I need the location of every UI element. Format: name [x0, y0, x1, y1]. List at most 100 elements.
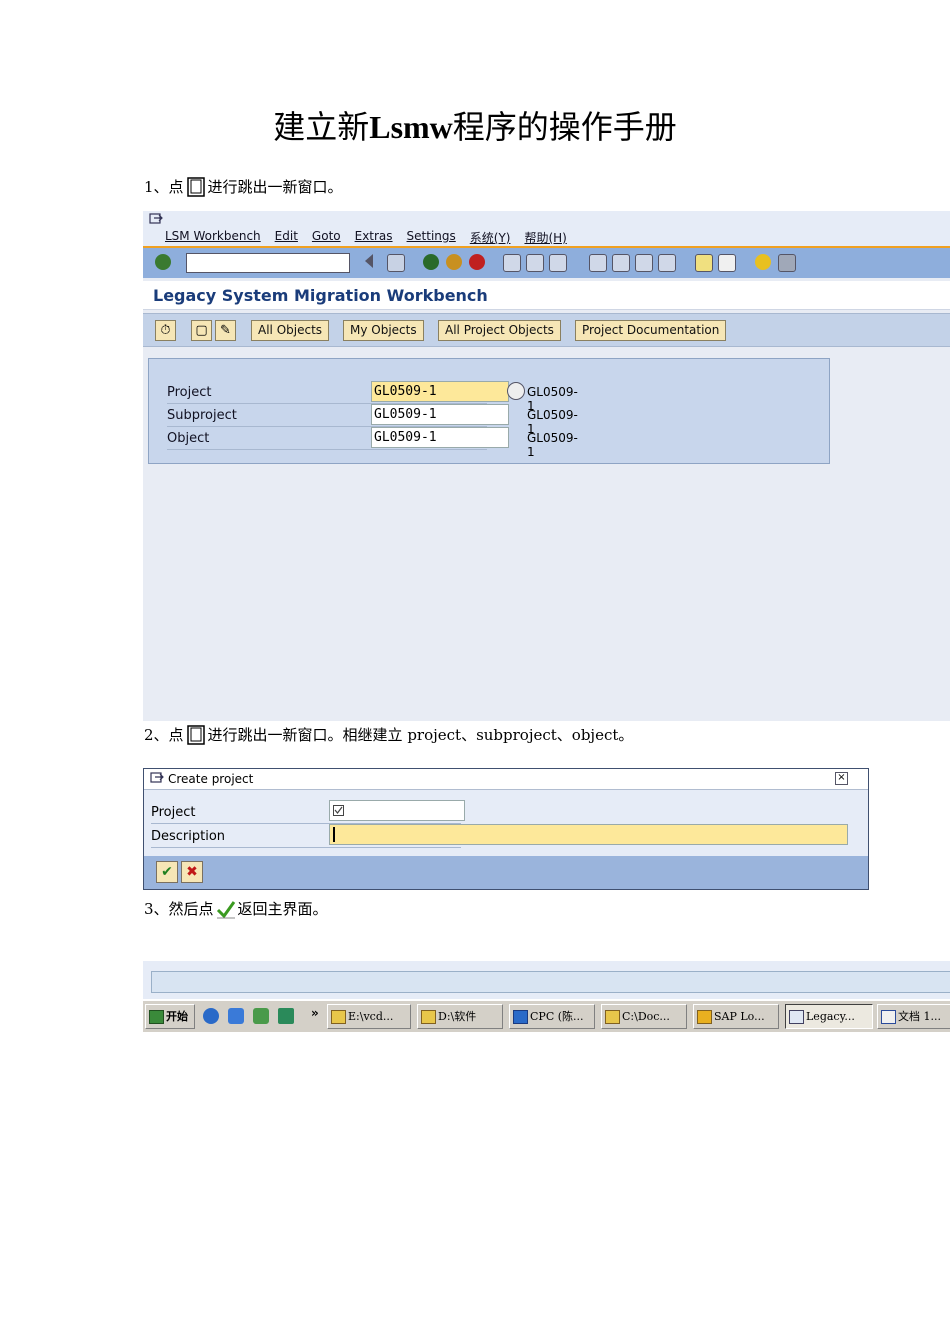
dialog-title: Create project	[168, 772, 254, 786]
object-input[interactable]: GL0509-1	[371, 427, 509, 448]
desktop-icon[interactable]	[253, 1008, 269, 1024]
new-session-icon[interactable]	[695, 254, 713, 272]
window-menu-icon[interactable]	[149, 213, 163, 225]
confirm-check-button[interactable]: ✔	[156, 861, 178, 883]
previous-page-icon[interactable]	[612, 254, 630, 272]
dialog-header: Create project ×	[144, 769, 868, 790]
menu-system[interactable]: 系统(Y)	[470, 229, 511, 247]
selection-fields-group: Project GL0509-1 GL0509-1 Subproject GL0…	[148, 358, 830, 464]
taskbar-item-sap-logon[interactable]: SAP Lo...	[693, 1004, 779, 1029]
subproject-label: Subproject	[167, 408, 237, 423]
object-row: Object GL0509-1 GL0509-1	[167, 427, 578, 459]
menu-extras[interactable]: Extras	[355, 229, 393, 247]
folder-icon	[331, 1010, 346, 1024]
step-1: 1、点 进行跳出一新窗口。	[144, 176, 343, 197]
enter-icon[interactable]	[155, 254, 171, 270]
value-help-icon[interactable]	[507, 382, 525, 400]
last-page-icon[interactable]	[658, 254, 676, 272]
sap-workbench-screenshot: LSM Workbench Edit Goto Extras Settings …	[143, 211, 950, 721]
taskbar-item-label: E:\vcd...	[348, 1010, 394, 1023]
step-1-number: 1、点	[144, 178, 184, 196]
print-icon[interactable]	[503, 254, 521, 272]
windows-taskbar: 开始 » E:\vcd... D:\软件 CPC (陈... C:\Doc...…	[143, 1000, 950, 1032]
chevron-icon[interactable]: »	[311, 1006, 319, 1020]
back-arrow-icon[interactable]	[365, 254, 373, 268]
status-bar	[151, 971, 950, 993]
sap-logon-icon	[697, 1010, 712, 1024]
windows-logo-icon	[149, 1010, 164, 1024]
start-button[interactable]: 开始	[145, 1004, 195, 1029]
menu-lsm-workbench[interactable]: LSM Workbench	[165, 229, 261, 247]
layout-menu-icon[interactable]	[778, 254, 796, 272]
window-menu-icon[interactable]	[150, 772, 164, 784]
standard-toolbar	[143, 248, 950, 278]
internet-explorer-icon[interactable]	[203, 1008, 219, 1024]
app-launch-icon[interactable]	[278, 1008, 294, 1024]
exit-icon[interactable]	[446, 254, 462, 270]
shortcut-icon[interactable]	[718, 254, 736, 272]
folder-icon	[605, 1010, 620, 1024]
subproject-row: Subproject GL0509-1 GL0509-1	[167, 404, 578, 436]
edit-button[interactable]: ✎	[215, 320, 236, 341]
back-icon[interactable]	[423, 254, 439, 270]
step-2: 2、点 进行跳出一新窗口。相继建立 project、subproject、obj…	[144, 724, 633, 745]
step-1-text: 进行跳出一新窗口。	[207, 178, 343, 196]
dialog-description-input[interactable]	[329, 824, 848, 845]
title-part-bold: Lsmw	[369, 109, 453, 145]
text-cursor	[333, 827, 335, 842]
project-documentation-button[interactable]: Project Documentation	[575, 320, 727, 341]
help-icon[interactable]	[755, 254, 771, 270]
taskbar-item-label: Legacy...	[806, 1010, 855, 1023]
menu-settings[interactable]: Settings	[407, 229, 456, 247]
dialog-project-input[interactable]	[329, 800, 465, 821]
menu-help[interactable]: 帮助(H)	[524, 229, 566, 247]
project-input[interactable]: GL0509-1	[371, 381, 509, 402]
taskbar-item-e-vcd[interactable]: E:\vcd...	[327, 1004, 411, 1029]
project-row: Project GL0509-1 GL0509-1	[167, 381, 578, 413]
command-field[interactable]	[186, 253, 350, 273]
my-objects-button[interactable]: My Objects	[343, 320, 424, 341]
object-description: GL0509-1	[527, 431, 578, 459]
execute-icon[interactable]: ⏱	[155, 320, 176, 341]
find-next-icon[interactable]	[549, 254, 567, 272]
sap-status-area	[143, 961, 950, 999]
next-page-icon[interactable]	[635, 254, 653, 272]
create-project-dialog: Create project × Project Description ✔ ✖	[143, 768, 869, 890]
document-title: 建立新Lsmw程序的操作手册	[0, 102, 950, 148]
new-document-icon	[186, 176, 205, 197]
menu-goto[interactable]: Goto	[312, 229, 341, 247]
taskbar-item-label: SAP Lo...	[714, 1010, 765, 1023]
find-icon[interactable]	[526, 254, 544, 272]
required-checkbox-icon	[333, 805, 344, 816]
quick-launch-icon[interactable]	[228, 1008, 244, 1024]
all-objects-button[interactable]: All Objects	[251, 320, 330, 341]
taskbar-item-cpc[interactable]: CPC (陈...	[509, 1004, 595, 1029]
dialog-project-label: Project	[151, 805, 196, 820]
start-label: 开始	[166, 1010, 188, 1023]
taskbar-item-legacy[interactable]: Legacy...	[785, 1004, 873, 1029]
checkmark-icon	[216, 900, 235, 918]
step-3: 3、然后点 返回主界面。	[144, 898, 328, 919]
menu-edit[interactable]: Edit	[275, 229, 298, 247]
first-page-icon[interactable]	[589, 254, 607, 272]
subproject-input[interactable]: GL0509-1	[371, 404, 509, 425]
sap-window-icon	[789, 1010, 804, 1024]
dialog-button-bar: ✔ ✖	[144, 856, 868, 889]
save-icon[interactable]	[387, 254, 405, 272]
taskbar-item-word-doc[interactable]: 文档 1...	[877, 1004, 950, 1029]
new-document-button[interactable]: ▢	[191, 320, 212, 341]
cancel-icon[interactable]	[469, 254, 485, 270]
application-toolbar: ⏱ ▢ ✎ All Objects My Objects All Project…	[143, 313, 950, 347]
all-project-objects-button[interactable]: All Project Objects	[438, 320, 561, 341]
word-icon	[881, 1010, 896, 1024]
project-label: Project	[167, 385, 212, 400]
browser-icon	[513, 1010, 528, 1024]
menu-bar: LSM Workbench Edit Goto Extras Settings …	[143, 229, 567, 247]
taskbar-item-d-software[interactable]: D:\软件	[417, 1004, 503, 1029]
taskbar-item-c-doc[interactable]: C:\Doc...	[601, 1004, 687, 1029]
cancel-x-button[interactable]: ✖	[181, 861, 203, 883]
taskbar-item-label: C:\Doc...	[622, 1010, 670, 1023]
page-header: Legacy System Migration Workbench	[143, 281, 950, 310]
close-icon[interactable]: ×	[835, 772, 848, 785]
step-2-text: 进行跳出一新窗口。相继建立 project、subproject、object。	[207, 726, 634, 744]
